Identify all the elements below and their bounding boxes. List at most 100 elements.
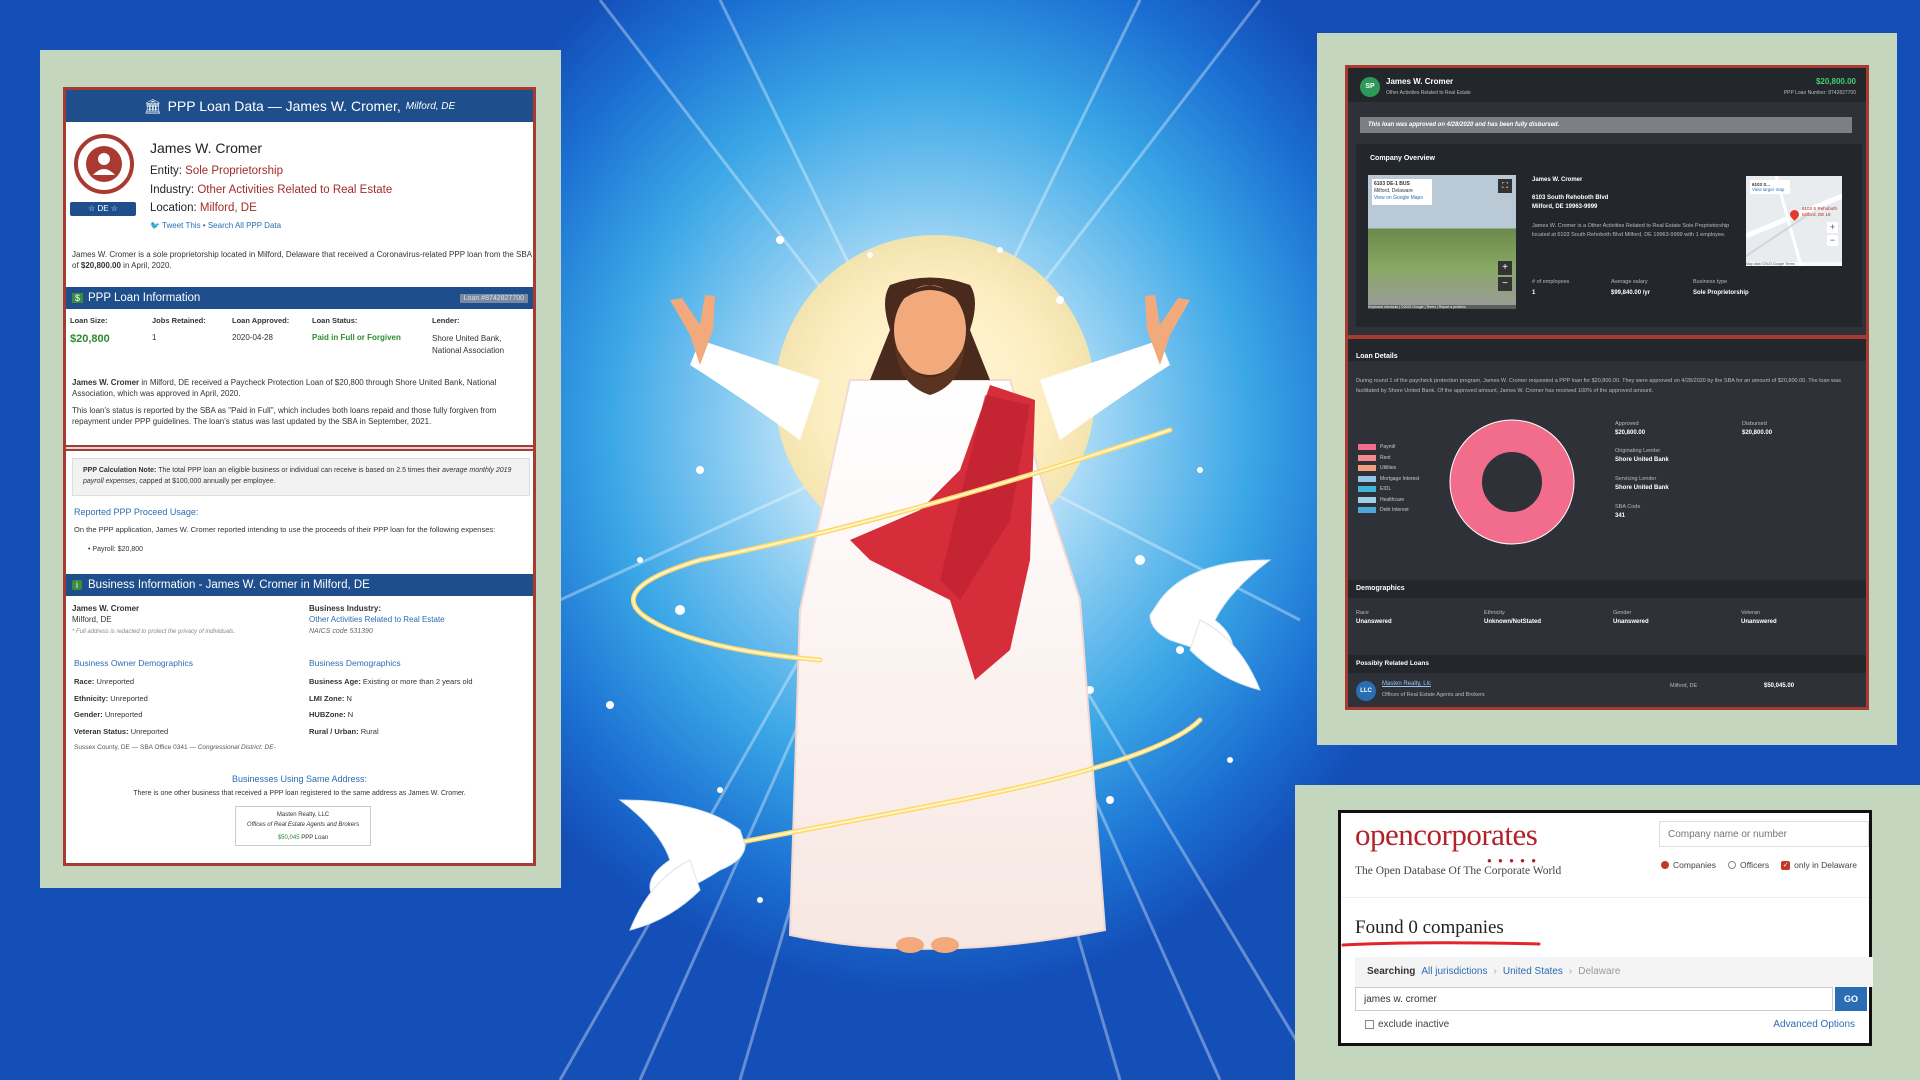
company-search-input[interactable] (1659, 821, 1869, 847)
sp-avatar: SP (1360, 77, 1380, 97)
dark-vet-label: Veteran (1741, 610, 1760, 616)
hubzone-value: N (347, 710, 354, 719)
dark-name: James W. Cromer (1386, 77, 1454, 86)
opencorporates-panel: opencorporates ● ● ● ● ● The Open Databa… (1338, 810, 1873, 1046)
loan-details-header (1348, 339, 1866, 361)
gender-label: Gender: (74, 710, 103, 719)
loan-paragraph-1: James W. Cromer in Milford, DE received … (72, 377, 530, 399)
tweet-link[interactable]: Tweet This (162, 221, 201, 230)
dollar-icon: $ (72, 293, 84, 303)
lmi-value: N (346, 693, 352, 703)
calc-a: The total PPP loan an eligible business … (156, 467, 443, 474)
veteran-label: Veteran Status: (74, 726, 129, 736)
legend-label: Payroll (1380, 444, 1396, 451)
legend-item[interactable]: Payroll (1358, 442, 1428, 453)
legend-item[interactable]: Healthcare (1358, 495, 1428, 506)
logo-dots: ● ● ● ● ● (1487, 856, 1539, 865)
ethnicity-label: Ethnicity: (74, 693, 109, 703)
industry-label: Industry: (150, 183, 195, 196)
approval-banner: This loan was approved on 4/28/2020 and … (1360, 117, 1852, 133)
red-underline (1341, 941, 1541, 947)
zoom-out-icon[interactable]: − (1498, 277, 1512, 291)
legend-item[interactable]: Utilities (1358, 463, 1428, 474)
map-zoom-out-icon[interactable]: − (1827, 235, 1838, 246)
age-value: Existing or more than 2 years old (362, 677, 473, 686)
legend-item[interactable]: EIDL (1358, 484, 1428, 495)
zoom-in-icon[interactable]: + (1498, 261, 1512, 275)
related-business-card[interactable]: Masten Realty, LLC Offices of Real Estat… (235, 806, 371, 846)
delaware-checkbox[interactable]: ✓ (1781, 860, 1791, 870)
crumb-united-states[interactable]: United States (1503, 966, 1563, 977)
legend-label: Debt Interest (1380, 507, 1409, 514)
halo (775, 235, 1095, 555)
sv-sub2[interactable]: View on Google Maps (1374, 195, 1423, 201)
overview-title: Company Overview (1370, 155, 1435, 162)
info-icon: i (72, 580, 82, 590)
crumb-all-jurisdictions[interactable]: All jurisdictions (1421, 966, 1487, 977)
biz-redact-note: * Full address is redacted to protect th… (72, 629, 236, 635)
usage-item-text: Payroll: $20,800 (92, 546, 143, 553)
dark-race-value: Unanswered (1356, 619, 1392, 625)
legend-label: Utilities (1380, 465, 1397, 472)
search-all-link[interactable]: Search All PPP Data (208, 221, 281, 230)
fullscreen-icon[interactable]: ⛶ (1498, 179, 1512, 193)
officers-radio[interactable] (1728, 861, 1736, 869)
col-lender: Lender: (432, 316, 460, 325)
street-view-map[interactable]: 6103 DE-1 BUS Milford, Delaware View on … (1368, 175, 1516, 309)
ppp-header-bar: 🏛 PPP Loan Data — James W. Cromer, Milfo… (66, 90, 533, 122)
addr-line1: 6103 South Rehoboth Blvd (1532, 195, 1609, 201)
related-city: Milford, DE (1670, 683, 1698, 689)
county-line: Sussex County, DE — SBA Office 0341 — Co… (74, 744, 276, 751)
location-label: Location: (150, 202, 197, 214)
location-value: Milford, DE (199, 202, 257, 214)
age-label: Business Age: (309, 677, 361, 686)
companies-radio[interactable] (1661, 861, 1669, 869)
sba-code-value: 341 (1615, 513, 1626, 519)
oc-logo-open: open (1355, 817, 1414, 852)
legend-item[interactable]: Rent (1358, 453, 1428, 464)
legend-swatch (1358, 475, 1376, 482)
legend-swatch (1358, 454, 1376, 461)
lmi-label: LMI Zone: (309, 693, 345, 703)
serv-lender-value: Shore United Bank (1615, 485, 1669, 491)
business-info-bar: i Business Information - James W. Cromer… (66, 574, 533, 596)
related-name-link[interactable]: Masten Realty, Llc (1382, 681, 1431, 687)
serv-lender-label: Servicing Lender (1615, 476, 1657, 482)
card-suffix: PPP Loan (301, 835, 329, 841)
biz-industry-link[interactable]: Other Activities Related to Real Estate (309, 615, 445, 624)
state-badge: ☆ DE ☆ (70, 202, 136, 216)
crumb-sep-1: › (1493, 966, 1497, 977)
usage-item: • Payroll: $20,800 (88, 546, 143, 553)
co-description: James W. Cromer is a Other Activities Re… (1532, 223, 1730, 238)
demographics-title: Demographics (1356, 585, 1405, 592)
salary-value: $99,840.00 /yr (1611, 290, 1651, 296)
hubzone-label: HUBZone: (309, 710, 346, 719)
location-map[interactable]: 6103 S... View larger map 6103 S Rehoboth… (1746, 176, 1842, 266)
biz-city: Milford, DE (72, 615, 112, 624)
donut-slice-payroll[interactable] (1450, 420, 1574, 544)
ppp-loan-panel: 🏛 PPP Loan Data — James W. Cromer, Milfo… (63, 87, 536, 866)
map-zoom-in-icon[interactable]: + (1827, 222, 1838, 233)
biz-name: James W. Cromer (72, 604, 140, 613)
avatar (74, 134, 134, 194)
legend-item[interactable]: Debt Interest (1358, 505, 1428, 516)
loan-info-bar: $ PPP Loan Information Loan #8742827700 (66, 287, 533, 309)
col-loan-size: Loan Size: (70, 316, 108, 325)
legend-item[interactable]: Mortgage Interest (1358, 474, 1428, 485)
query-input[interactable] (1355, 987, 1833, 1011)
oc-logo[interactable]: opencorporates (1355, 817, 1538, 853)
exclude-inactive-checkbox[interactable] (1365, 1020, 1374, 1029)
same-address-title: Businesses Using Same Address: (231, 774, 368, 784)
summary-amount: $20,800.00 (80, 261, 121, 270)
advanced-options-link[interactable]: Advanced Options (1773, 1019, 1855, 1030)
veteran-value: Unreported (130, 726, 169, 736)
officers-label: Officers (1740, 860, 1770, 870)
go-button[interactable]: GO (1835, 987, 1867, 1011)
map-link[interactable]: View larger map (1752, 187, 1784, 192)
rural-value: Rural (360, 726, 379, 736)
salary-label: Average salary (1611, 279, 1648, 285)
dark-vet-value: Unanswered (1741, 619, 1777, 625)
rural-label: Rural / Urban: (309, 726, 359, 736)
found-heading: Found 0 companies (1355, 917, 1504, 938)
approved-value: $20,800.00 (1615, 430, 1646, 436)
